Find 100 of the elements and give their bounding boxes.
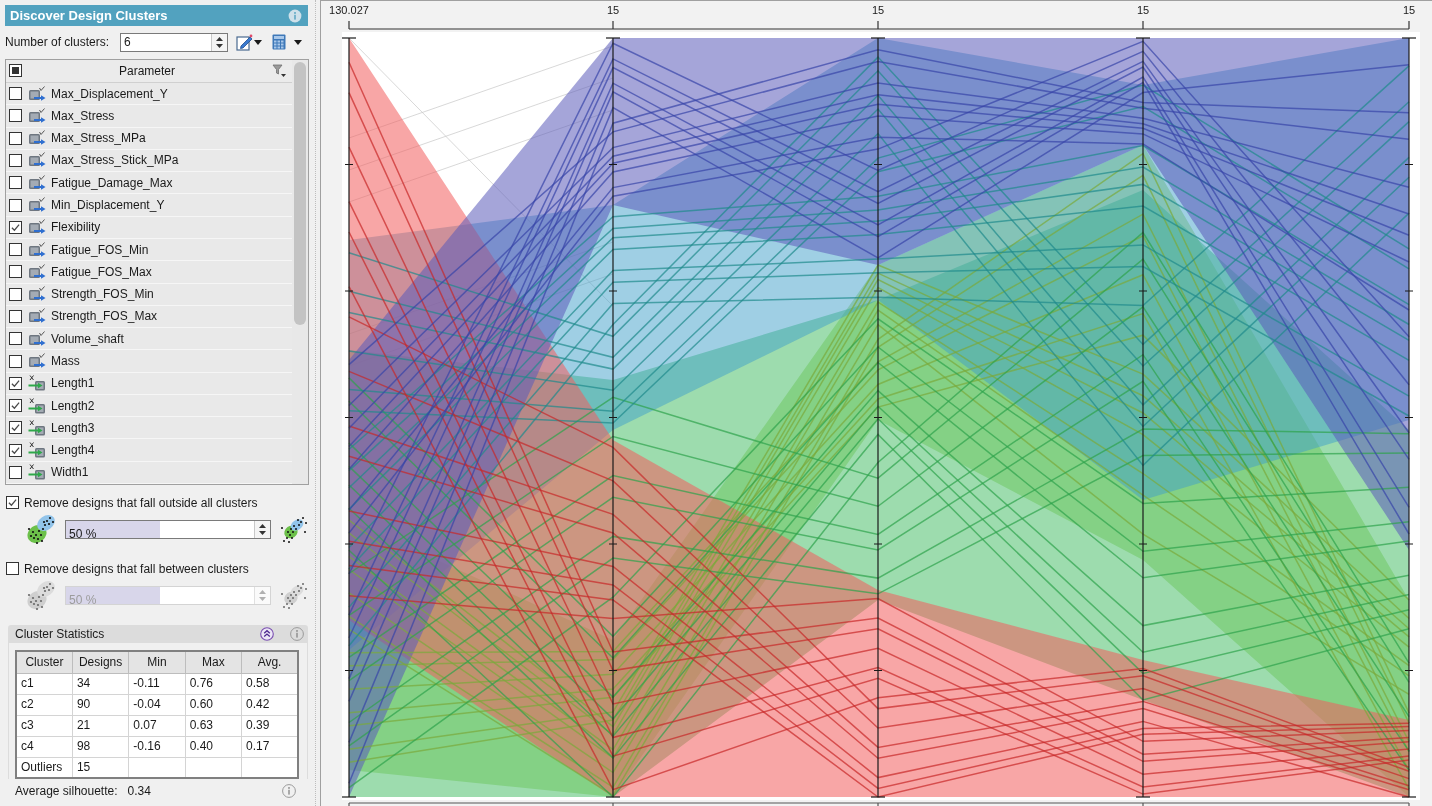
checkbox[interactable] — [9, 465, 22, 479]
checkbox[interactable] — [9, 332, 22, 346]
panel-title: Discover Design Clusters — [10, 7, 168, 24]
up-down-arrows-icon — [259, 589, 266, 601]
parameter-name: Strength_FOS_Max — [51, 308, 158, 325]
pencil-icon — [236, 33, 253, 51]
checkbox[interactable] — [6, 496, 19, 509]
cluster-count-label: Number of clusters: — [5, 34, 111, 50]
output-parameter-icon — [28, 197, 46, 214]
select-all-checkbox[interactable] — [9, 64, 22, 78]
parameter-name: Fatigue_FOS_Max — [51, 263, 152, 280]
percentage-field[interactable]: 50 % — [65, 519, 271, 539]
output-parameter-icon — [28, 152, 46, 169]
up-down-arrows-icon — [216, 36, 223, 48]
scrollbar-thumb[interactable] — [294, 62, 306, 325]
checkmark-icon — [11, 445, 20, 455]
table-cell: c4 — [16, 736, 73, 757]
parameter-name: Max_Stress — [51, 107, 115, 124]
output-parameter-icon — [28, 308, 46, 325]
table-cell: c3 — [16, 715, 73, 736]
parameter-name: Length4 — [51, 442, 95, 459]
parameter-name: Width1 — [51, 464, 89, 481]
checkbox[interactable] — [9, 265, 22, 279]
axis-label: 15 — [871, 3, 885, 17]
filter-icon[interactable] — [272, 64, 286, 78]
checkbox[interactable] — [9, 153, 22, 167]
checkbox[interactable] — [9, 131, 22, 145]
checkbox[interactable] — [9, 176, 22, 190]
column-header: Cluster — [16, 651, 73, 673]
caret-icon — [294, 39, 302, 45]
input-parameter-icon — [28, 419, 46, 436]
column-header[interactable]: Parameter — [119, 63, 175, 79]
cluster-dots-icon — [25, 578, 57, 612]
spin-button[interactable] — [211, 33, 227, 51]
parameter-name: Mass — [51, 353, 80, 369]
checkbox[interactable] — [9, 421, 22, 435]
cluster-dots-icon — [25, 512, 57, 546]
axis-label: 15 — [1136, 3, 1150, 17]
collapse-icon[interactable] — [260, 627, 274, 641]
output-parameter-icon — [28, 353, 46, 369]
parameter-name: Strength_FOS_Min — [51, 286, 154, 303]
parameter-name: Max_Displacement_Y — [51, 85, 168, 102]
parameter-name: Max_Stress_Stick_MPa — [51, 152, 179, 169]
output-parameter-icon — [28, 219, 46, 236]
checkbox[interactable] — [9, 376, 22, 390]
parameter-name: Flexibility — [51, 219, 101, 236]
checkbox[interactable] — [9, 109, 22, 123]
checkbox[interactable] — [9, 287, 22, 301]
table-cell: c1 — [16, 673, 73, 694]
input-parameter-icon — [28, 442, 46, 459]
column-header: Avg. — [241, 651, 298, 673]
parameter-name: Min_Displacement_Y — [51, 197, 165, 214]
checkbox[interactable] — [9, 309, 22, 323]
parameter-name: Length3 — [51, 419, 95, 436]
input-parameter-icon — [28, 464, 46, 481]
checkbox[interactable] — [9, 443, 22, 457]
parameter-name: Length2 — [51, 397, 95, 414]
cluster-dots-icon — [279, 514, 309, 544]
parameter-name: Fatigue_Damage_Max — [51, 174, 173, 191]
checkmark-icon — [11, 423, 20, 433]
checkbox[interactable] — [9, 243, 22, 257]
cluster-dots-icon — [279, 580, 309, 610]
axis-label: 130.027 — [329, 3, 369, 17]
table-cell: c2 — [16, 694, 73, 715]
checkmark-icon — [11, 222, 20, 232]
checkbox[interactable] — [9, 399, 22, 413]
spin-button[interactable] — [254, 520, 270, 538]
output-parameter-icon — [28, 130, 46, 147]
checkbox-label[interactable]: Remove designs that fall outside all clusters — [24, 494, 258, 511]
silhouette-label: Average silhouette: — [15, 783, 118, 799]
cluster-count-field[interactable]: 6 — [120, 32, 228, 52]
checkmark-icon — [11, 378, 20, 388]
checkmark-icon — [8, 498, 17, 507]
column-header: Max — [185, 651, 242, 673]
caret-icon — [254, 39, 262, 45]
checkbox[interactable] — [9, 198, 22, 212]
checkbox[interactable] — [9, 354, 22, 368]
checkbox[interactable] — [9, 87, 22, 101]
scrollbar[interactable] — [292, 60, 308, 484]
edit-menu-button[interactable] — [236, 32, 262, 52]
output-parameter-icon — [28, 330, 46, 347]
output-parameter-icon — [28, 286, 46, 303]
checkmark-icon — [11, 401, 20, 411]
parameter-name: Length1 — [51, 375, 95, 392]
column-header: Designs — [72, 651, 129, 673]
silhouette-value: 0.34 — [127, 783, 151, 799]
output-parameter-icon — [28, 107, 46, 124]
output-parameter-icon — [28, 263, 46, 280]
parameter-name: Volume_shaft — [51, 330, 124, 347]
input-parameter-icon — [28, 375, 46, 392]
output-parameter-icon — [28, 241, 46, 258]
parameter-name: Max_Stress_MPa — [51, 130, 146, 147]
checkbox[interactable] — [9, 220, 22, 234]
input-parameter-icon — [28, 397, 46, 414]
parameter-name: Fatigue_FOS_Min — [51, 241, 149, 258]
axis-label: 15 — [1402, 3, 1416, 17]
up-down-arrows-icon — [259, 523, 266, 535]
calculator-menu-button[interactable] — [272, 32, 302, 52]
axis-label: 15 — [606, 3, 620, 17]
section-title: Cluster Statistics — [15, 626, 106, 642]
